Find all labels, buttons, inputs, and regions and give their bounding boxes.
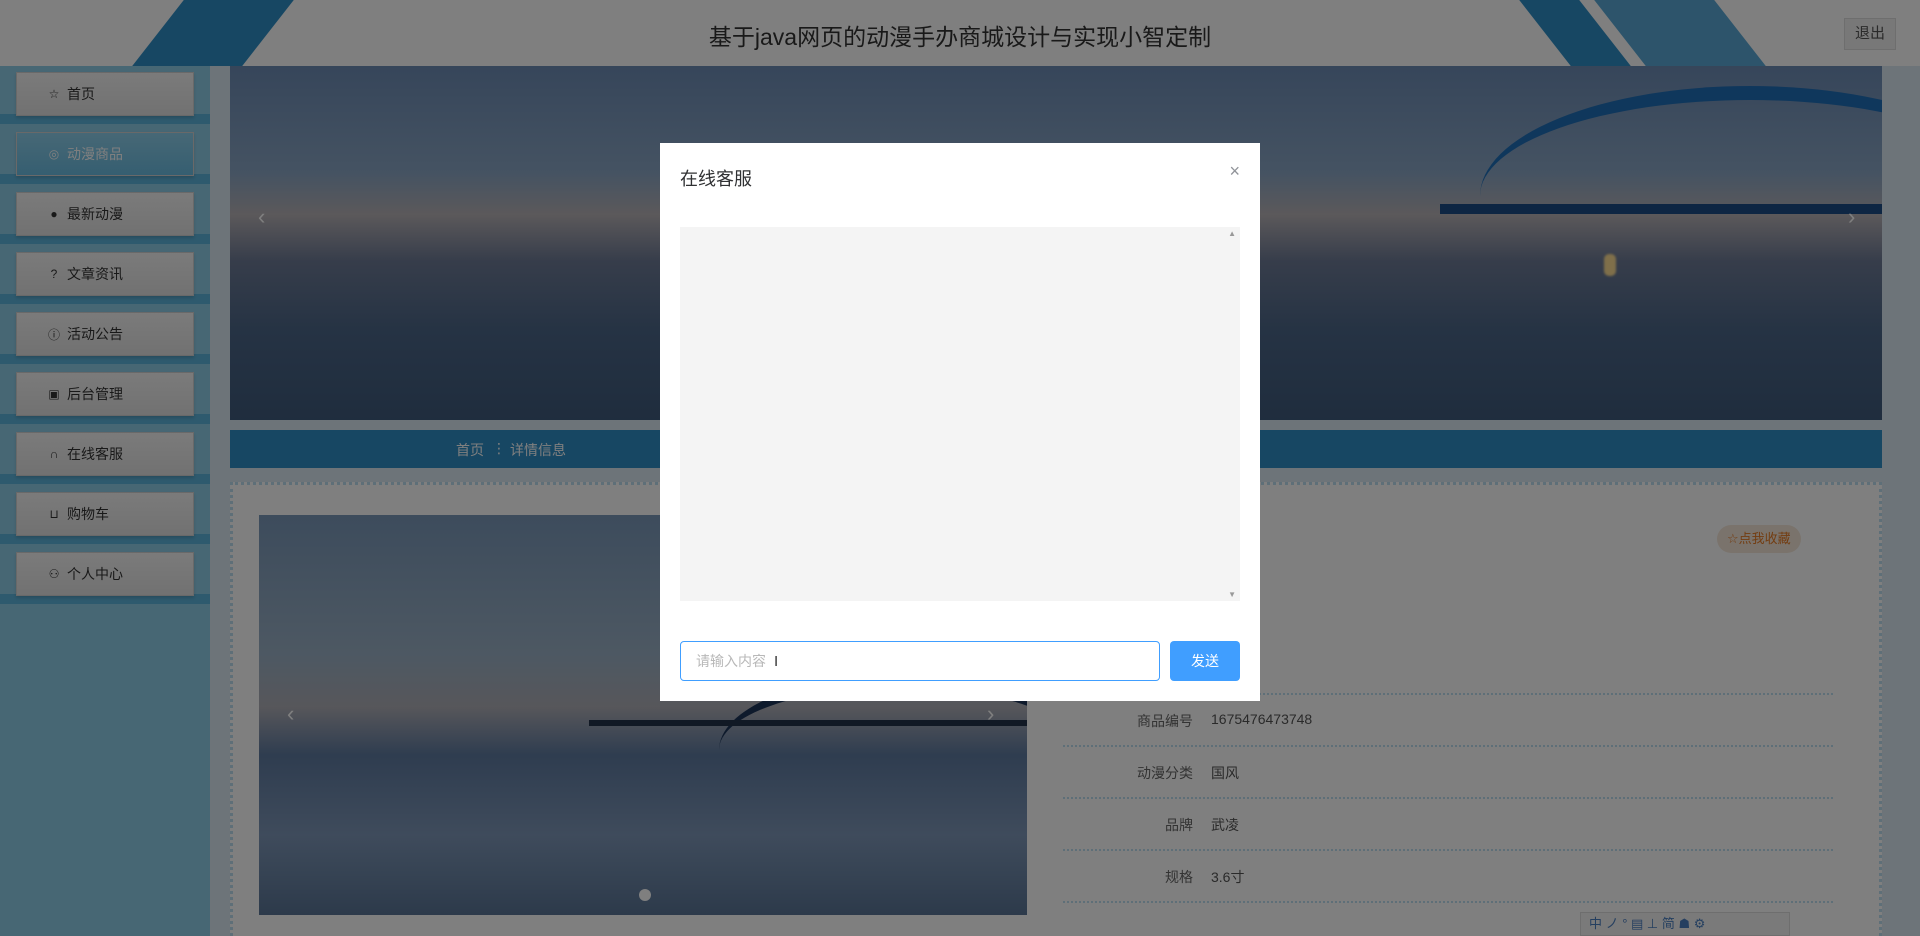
scroll-down-icon[interactable]: ▼ [1228,590,1236,599]
text-cursor-icon: I [774,653,779,670]
send-button[interactable]: 发送 [1170,641,1240,681]
dialog-title: 在线客服 [680,169,752,189]
online-service-dialog: 在线客服 × ▲ ▼ I 发送 [660,143,1260,701]
message-input[interactable] [680,641,1160,681]
chat-messages-area[interactable]: ▲ ▼ [680,227,1240,601]
scroll-up-icon[interactable]: ▲ [1228,229,1236,238]
close-icon[interactable]: × [1229,161,1240,182]
